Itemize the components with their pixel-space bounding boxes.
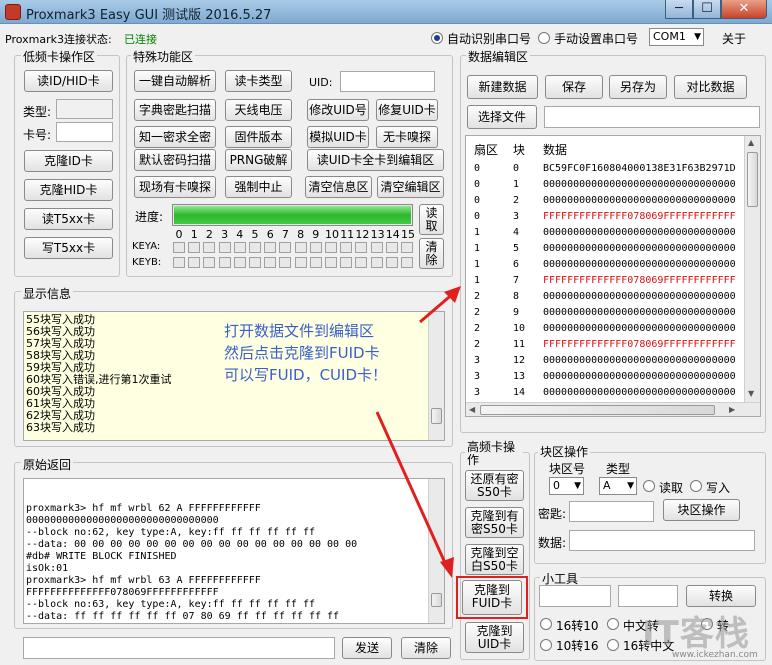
arrow-head-fuid [440,557,454,578]
annotation-arrows [375,286,461,578]
arrow-to-fuid [375,411,448,566]
